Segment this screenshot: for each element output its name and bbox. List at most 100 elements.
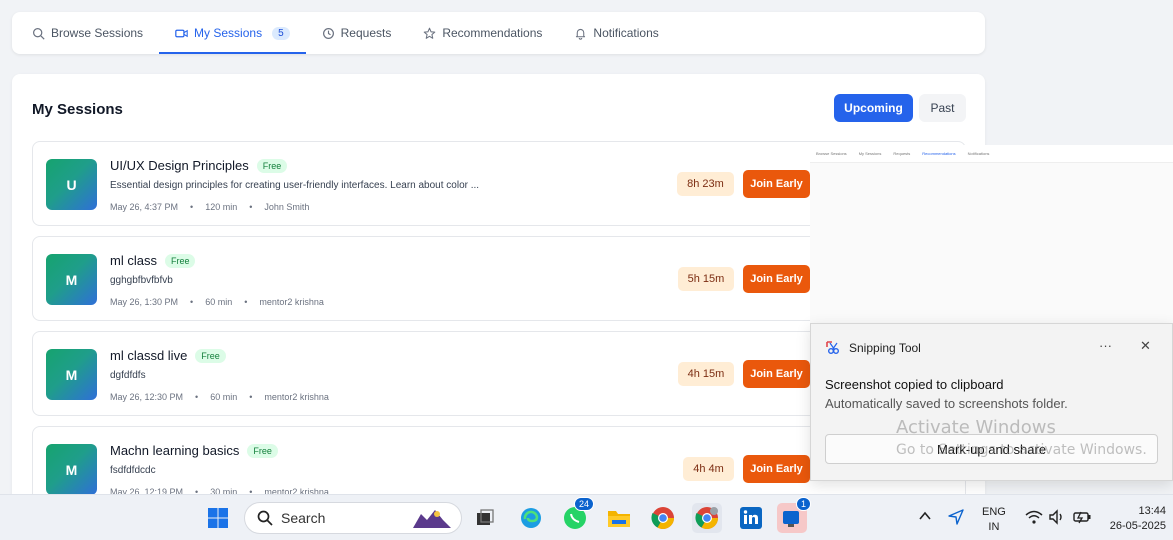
- video-icon: [175, 29, 188, 37]
- join-early-button[interactable]: Join Early: [743, 360, 810, 388]
- snipping-tool-notification[interactable]: Snipping Tool ··· ✕ Screenshot copied to…: [810, 323, 1173, 481]
- chrome-button[interactable]: [648, 503, 678, 533]
- meta-separator: •: [190, 202, 194, 212]
- tab-my-sessions[interactable]: My Sessions 5: [159, 12, 306, 54]
- past-toggle-button[interactable]: Past: [919, 94, 966, 122]
- free-badge: Free: [256, 158, 288, 173]
- page-title: My Sessions: [32, 101, 123, 118]
- chrome-profile-button[interactable]: [692, 503, 722, 533]
- free-badge: Free: [164, 253, 196, 268]
- screenshot-preview[interactable]: Browse Sessions My Sessions Requests Rec…: [810, 145, 1173, 323]
- more-options-icon[interactable]: ···: [1099, 338, 1112, 353]
- clock-icon: [322, 27, 334, 39]
- tab-recommendations[interactable]: Recommendations: [407, 12, 558, 54]
- session-title: UI/UX Design Principles: [110, 158, 249, 173]
- preview-nav-item: Browse Sessions: [816, 151, 847, 156]
- join-early-button[interactable]: Join Early: [743, 455, 810, 483]
- location-arrow-icon: [948, 509, 964, 525]
- countdown-badge: 5h 15m: [678, 267, 734, 291]
- session-title: Machn learning basics: [110, 443, 240, 458]
- linkedin-button[interactable]: [736, 503, 766, 533]
- preview-nav-item: Recommendations: [922, 151, 956, 156]
- upcoming-toggle-button[interactable]: Upcoming: [834, 94, 913, 122]
- search-icon: [33, 27, 45, 40]
- taskbar: Search 24 1 ENG IN 13:44 26-05-2025: [0, 494, 1173, 540]
- session-avatar: U: [46, 159, 97, 210]
- tab-label: Recommendations: [442, 26, 543, 40]
- preview-nav-item: Notifications: [967, 151, 990, 156]
- tab-label: Browse Sessions: [51, 26, 144, 40]
- bell-icon: [576, 28, 586, 40]
- region-code: IN: [988, 521, 1000, 533]
- session-title-row: UI/UX Design Principles Free: [110, 158, 288, 173]
- search-highlight-icon: [413, 510, 451, 528]
- meta-separator: •: [190, 297, 194, 307]
- toast-app-name: Snipping Tool: [849, 341, 921, 355]
- toast-title: Screenshot copied to clipboard: [825, 377, 1004, 392]
- tab-requests[interactable]: Requests: [306, 12, 408, 54]
- star-icon: [424, 27, 436, 39]
- meta-separator: •: [244, 297, 248, 307]
- toast-subtitle: Automatically saved to screenshots folde…: [825, 396, 1068, 411]
- countdown-badge: 4h 4m: [683, 457, 734, 481]
- search-placeholder: Search: [281, 510, 326, 526]
- show-hidden-icons-button[interactable]: [918, 509, 932, 526]
- file-explorer-button[interactable]: [604, 503, 634, 533]
- free-badge: Free: [247, 443, 278, 458]
- battery-charging-icon: [1073, 511, 1091, 524]
- whatsapp-button[interactable]: 24: [560, 497, 594, 533]
- volume-button[interactable]: [1048, 509, 1066, 528]
- edge-browser-button[interactable]: [516, 503, 546, 533]
- tab-label: Notifications: [593, 26, 659, 40]
- linkedin-icon: [740, 507, 762, 529]
- network-button[interactable]: [1025, 509, 1043, 528]
- countdown-badge: 4h 15m: [678, 362, 734, 386]
- session-title: ml classd live: [110, 348, 188, 363]
- snipping-tool-icon: [826, 341, 839, 354]
- location-button[interactable]: [948, 509, 964, 528]
- clock-date: 26-05-2025: [1109, 520, 1166, 532]
- session-title-row: Machn learning basics Free: [110, 443, 278, 458]
- taskbar-clock[interactable]: 13:44 26-05-2025: [1108, 504, 1166, 534]
- preview-nav-item: Requests: [893, 151, 911, 156]
- preview-nav: Browse Sessions My Sessions Requests Rec…: [810, 145, 1173, 163]
- tab-notifications[interactable]: Notifications: [558, 12, 674, 54]
- meta-separator: •: [249, 392, 253, 402]
- join-early-button[interactable]: Join Early: [743, 265, 810, 293]
- start-button[interactable]: [203, 503, 233, 533]
- session-avatar: M: [46, 444, 97, 495]
- chrome-icon: [651, 507, 674, 529]
- input-language-button[interactable]: ENG IN: [982, 505, 1006, 535]
- session-mentor: John Smith: [264, 202, 310, 212]
- session-avatar: M: [46, 254, 97, 305]
- close-icon[interactable]: ✕: [1140, 338, 1151, 354]
- free-badge: Free: [195, 348, 226, 363]
- meta-separator: •: [249, 202, 253, 212]
- session-date: May 26, 4:37 PM: [110, 202, 179, 212]
- teams-button[interactable]: 1: [777, 497, 811, 533]
- markup-and-share-button[interactable]: Mark-up and share: [825, 434, 1158, 464]
- language-code: ENG: [982, 506, 1006, 518]
- chevron-up-icon: [919, 511, 931, 520]
- windows-logo-icon: [208, 508, 228, 528]
- session-description: gghgbfbvfbfvb: [110, 275, 173, 286]
- session-title: ml class: [110, 253, 157, 268]
- meta-separator: •: [195, 392, 199, 402]
- session-avatar: M: [46, 349, 97, 400]
- tab-browse-sessions[interactable]: Browse Sessions: [16, 12, 159, 54]
- search-icon: [257, 510, 273, 526]
- countdown-badge: 8h 23m: [677, 172, 734, 196]
- session-title-row: ml class Free: [110, 253, 196, 268]
- folder-icon: [608, 511, 630, 527]
- battery-button[interactable]: [1072, 509, 1092, 528]
- session-title-row: ml classd live Free: [110, 348, 226, 363]
- session-duration: 60 min: [205, 297, 233, 307]
- join-early-button[interactable]: Join Early: [743, 170, 810, 198]
- top-nav: Browse Sessions My Sessions 5 Requests R…: [12, 12, 985, 54]
- session-date: May 26, 1:30 PM: [110, 297, 179, 307]
- session-duration: 60 min: [210, 392, 238, 402]
- taskbar-search[interactable]: Search: [244, 502, 462, 534]
- teams-badge: 1: [795, 497, 811, 511]
- whatsapp-unread-badge: 24: [573, 497, 594, 511]
- task-view-button[interactable]: [470, 503, 500, 533]
